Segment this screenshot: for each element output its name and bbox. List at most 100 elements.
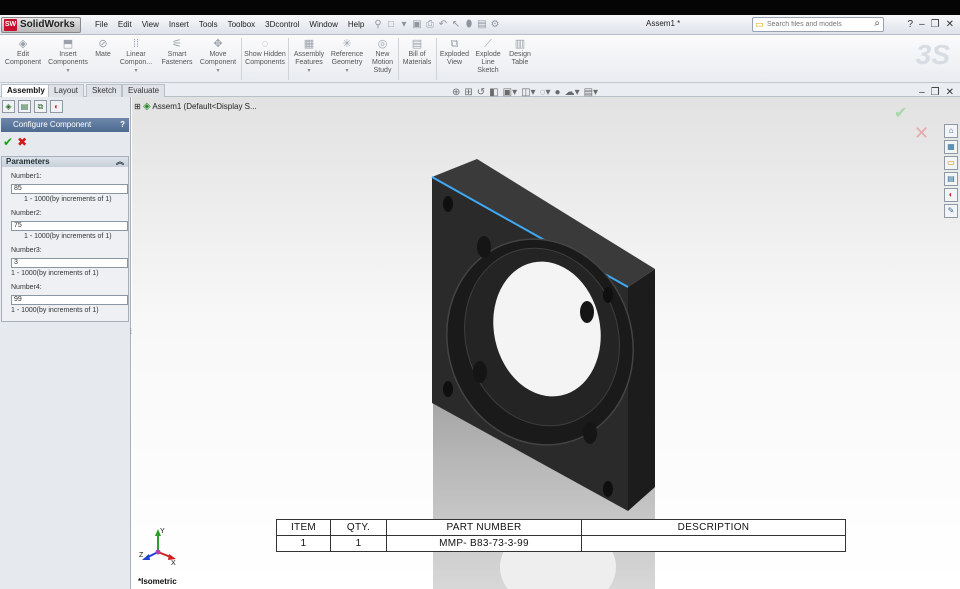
- move-component-button[interactable]: ✥ Move Component ▾: [198, 38, 238, 75]
- tab-sketch[interactable]: Sketch: [86, 84, 123, 97]
- view-settings-icon[interactable]: ▤▾: [584, 88, 598, 98]
- number2-field[interactable]: 75: [11, 221, 128, 231]
- zoom-to-fit-icon[interactable]: ⊕: [452, 88, 460, 98]
- edit-component-icon: ◈: [18, 38, 28, 50]
- undo-icon[interactable]: ↶: [437, 17, 449, 33]
- select-icon[interactable]: ↖: [450, 17, 462, 33]
- edit-appearance-icon[interactable]: ●: [555, 88, 561, 98]
- search-icon[interactable]: ⌕: [874, 18, 880, 29]
- feature-manager-icon[interactable]: ◈: [2, 100, 15, 113]
- search-box[interactable]: ▭ ⌕: [752, 17, 884, 32]
- help-icon[interactable]: ?: [908, 17, 914, 33]
- linear-pattern-button[interactable]: ⁞⁞ Linear Compon... ▾: [117, 38, 155, 75]
- confirm-cancel-icon[interactable]: ✕: [914, 123, 929, 144]
- insert-components-button[interactable]: ⬒ Insert Components ▾: [46, 38, 90, 75]
- mate-button[interactable]: ⊘ Mate: [91, 38, 115, 59]
- rebuild-icon[interactable]: ⬮: [463, 17, 475, 33]
- restore-icon[interactable]: ❐: [931, 17, 940, 33]
- menu-edit[interactable]: Edit: [113, 17, 137, 33]
- new-document-icon[interactable]: □: [385, 17, 397, 33]
- view-orientation-icon[interactable]: ▣▾: [503, 88, 517, 98]
- view-palette-icon[interactable]: ▤: [944, 172, 958, 186]
- cancel-x-icon[interactable]: ✖: [17, 135, 27, 149]
- new-motion-study-button[interactable]: ◎ New Motion Study: [369, 38, 396, 75]
- chevron-down-icon[interactable]: ▾: [117, 67, 155, 75]
- number3-hint: 1 - 1000(by increments of 1): [11, 270, 99, 277]
- tab-evaluate[interactable]: Evaluate: [122, 84, 166, 97]
- print-icon[interactable]: ⎙: [424, 17, 436, 33]
- explode-line-sketch-button[interactable]: ⟋ Explode Line Sketch: [473, 38, 503, 75]
- show-hidden-components-button[interactable]: ◌ Show Hidden Components: [244, 38, 286, 67]
- reference-geometry-button[interactable]: ✳ Reference Geometry ▾: [328, 38, 366, 75]
- design-table-button[interactable]: ▥ Design Table: [505, 38, 535, 67]
- assembly-features-button[interactable]: ▦ Assembly Features ▾: [291, 38, 327, 75]
- menu-toolbox[interactable]: Toolbox: [223, 17, 261, 33]
- parameters-header[interactable]: Parameters ︽: [2, 157, 128, 167]
- property-manager-icon[interactable]: ▤: [18, 100, 31, 113]
- menu-file[interactable]: File: [90, 17, 113, 33]
- menu-help[interactable]: Help: [343, 17, 369, 33]
- help-button[interactable]: ?: [120, 118, 125, 132]
- design-library-icon[interactable]: ▦: [944, 140, 958, 154]
- chevron-down-icon[interactable]: ▾: [198, 67, 238, 75]
- hide-show-icon[interactable]: ◌▾: [540, 88, 551, 98]
- custom-properties-icon[interactable]: ✎: [944, 204, 958, 218]
- bom-header-row: ITEM QTY. PART NUMBER DESCRIPTION: [276, 519, 846, 536]
- collapse-icon[interactable]: ︽: [116, 157, 124, 167]
- menu-view[interactable]: View: [137, 17, 164, 33]
- feature-tree-flyout[interactable]: ⊞ ◈ Assem1 (Default<Display S...: [134, 101, 257, 112]
- number3-field[interactable]: 3: [11, 258, 128, 268]
- number1-hint: 1 - 1000(by increments of 1): [24, 196, 112, 203]
- ok-check-icon[interactable]: ✔: [3, 135, 13, 149]
- menu-window[interactable]: Window: [304, 17, 342, 33]
- file-explorer-icon[interactable]: ▭: [944, 156, 958, 170]
- doc-close-icon[interactable]: ✕: [946, 88, 954, 98]
- section-view-icon[interactable]: ◧: [489, 88, 498, 98]
- number4-field[interactable]: 99: [11, 295, 128, 305]
- apply-scene-icon[interactable]: ☁▾: [565, 88, 580, 98]
- solidworks-logo[interactable]: SW SolidWorks: [1, 17, 81, 33]
- open-icon[interactable]: ▾: [398, 17, 410, 33]
- minimize-icon[interactable]: –: [919, 17, 925, 33]
- previous-view-icon[interactable]: ↺: [477, 88, 485, 98]
- menu-3dcontrol[interactable]: 3Dcontrol: [260, 17, 304, 33]
- search-input[interactable]: [767, 19, 865, 30]
- assembly-features-icon: ▦: [303, 38, 315, 50]
- view-orientation-label: *Isometric: [138, 577, 177, 586]
- window-controls: ? – ❐ ✕: [908, 17, 954, 33]
- bill-of-materials-button[interactable]: ▤ Bill of Materials: [400, 38, 434, 67]
- zoom-area-icon[interactable]: ⊞: [464, 88, 472, 98]
- part-model-render: [431, 159, 655, 589]
- display-manager-icon[interactable]: ◐: [50, 100, 63, 113]
- close-icon[interactable]: ✕: [946, 17, 954, 33]
- bill-of-materials-table[interactable]: ITEM QTY. PART NUMBER DESCRIPTION 1 1 MM…: [276, 519, 846, 552]
- tab-assembly[interactable]: Assembly: [1, 84, 51, 97]
- expand-icon[interactable]: ⊞: [134, 102, 141, 111]
- chevron-down-icon[interactable]: ▾: [328, 67, 366, 75]
- file-properties-icon[interactable]: ▤: [476, 17, 488, 33]
- chevron-down-icon[interactable]: ▾: [46, 67, 90, 75]
- display-style-icon[interactable]: ◫▾: [521, 88, 535, 98]
- edit-component-button[interactable]: ◈ Edit Component: [3, 38, 43, 67]
- smart-fasteners-button[interactable]: ⚟ Smart Fasteners: [157, 38, 197, 67]
- number4-label: Number4:: [11, 284, 42, 291]
- number1-field[interactable]: 85: [11, 184, 128, 194]
- tab-layout[interactable]: Layout: [48, 84, 85, 97]
- doc-minimize-icon[interactable]: –: [919, 88, 925, 98]
- confirm-check-icon[interactable]: ✔: [894, 103, 907, 123]
- exploded-view-icon: ⧉: [450, 38, 459, 50]
- configuration-manager-icon[interactable]: ⧉: [34, 100, 47, 113]
- pin-icon[interactable]: ⚲: [372, 17, 384, 33]
- exploded-view-button[interactable]: ⧉ Exploded View: [438, 38, 471, 67]
- chevron-down-icon[interactable]: ▾: [291, 67, 327, 75]
- save-icon[interactable]: ▣: [411, 17, 423, 33]
- number1-label: Number1:: [11, 173, 42, 180]
- menu-tools[interactable]: Tools: [194, 17, 223, 33]
- appearances-icon[interactable]: ◐: [944, 188, 958, 202]
- doc-restore-icon[interactable]: ❐: [931, 88, 940, 98]
- options-icon[interactable]: ⚙: [489, 17, 501, 33]
- graphics-area[interactable]: ⊞ ◈ Assem1 (Default<Display S... ✔ ✕ ⌂ ▦…: [132, 97, 960, 589]
- menu-insert[interactable]: Insert: [164, 17, 194, 33]
- home-icon[interactable]: ⌂: [944, 124, 958, 138]
- menu-bar: File Edit View Insert Tools Toolbox 3Dco…: [90, 17, 369, 33]
